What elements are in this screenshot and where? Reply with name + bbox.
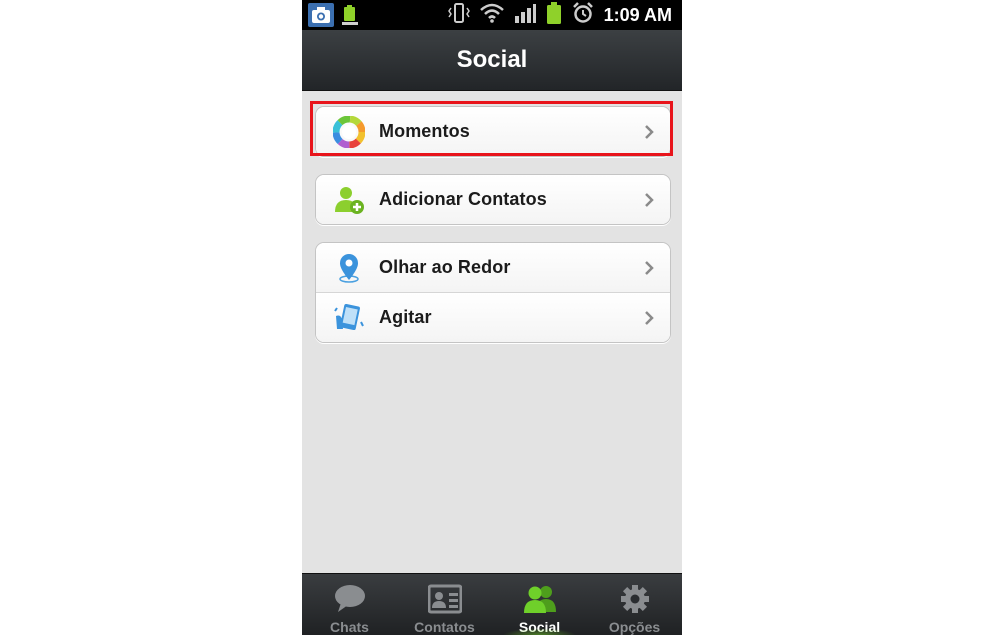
tab-label: Opções [608, 619, 661, 635]
chevron-right-icon [644, 260, 654, 276]
page-title: Social [456, 46, 528, 73]
tab-label: Social [518, 619, 561, 635]
tab-social[interactable]: Social [492, 574, 587, 635]
location-pin-icon [333, 252, 365, 284]
status-time: 1:09 AM [603, 4, 672, 25]
alarm-icon [572, 1, 594, 29]
add-contact-icon [333, 184, 365, 216]
tab-label: Chats [330, 619, 369, 635]
chat-bubble-icon [333, 584, 367, 614]
status-bar: 1:09 AM [302, 0, 682, 30]
chevron-right-icon [644, 124, 654, 140]
menu-group-moments: Momentos [315, 106, 671, 157]
signal-icon [514, 3, 536, 28]
wifi-icon [479, 3, 504, 28]
chevron-right-icon [644, 310, 654, 326]
title-bar: Social [302, 30, 682, 91]
menu-item-label: Adicionar Contatos [379, 189, 547, 209]
menu-group-add-contacts: Adicionar Contatos [315, 174, 671, 225]
tab-chats[interactable]: Chats [302, 574, 397, 635]
vibrate-icon [447, 2, 470, 29]
shake-phone-icon [333, 302, 365, 334]
camera-icon [308, 3, 334, 32]
menu-item-label: Agitar [379, 307, 432, 327]
menu-item-momentos[interactable]: Momentos [316, 107, 670, 156]
menu-item-label: Olhar ao Redor [379, 257, 511, 277]
tab-opcoes[interactable]: Opções [587, 574, 682, 635]
menu-group-discover: Olhar ao Redor Agitar [315, 242, 671, 343]
tab-label: Contatos [414, 619, 475, 635]
phone-screen: 1:09 AM Social Momentos Adicionar Contat… [302, 0, 682, 635]
moments-icon [332, 115, 366, 149]
bottom-tab-bar: Chats Contatos Social Opções [302, 573, 682, 635]
menu-item-adicionar-contatos[interactable]: Adicionar Contatos [316, 175, 670, 224]
gear-icon [618, 584, 652, 614]
android-battery-notification-icon [340, 3, 360, 32]
menu-item-label: Momentos [379, 121, 470, 141]
menu-item-agitar[interactable]: Agitar [316, 293, 670, 342]
menu-item-olhar-ao-redor[interactable]: Olhar ao Redor [316, 243, 670, 293]
people-icon [523, 584, 557, 614]
contact-card-icon [427, 584, 462, 614]
battery-icon [546, 1, 562, 29]
tab-contatos[interactable]: Contatos [397, 574, 492, 635]
chevron-right-icon [644, 192, 654, 208]
